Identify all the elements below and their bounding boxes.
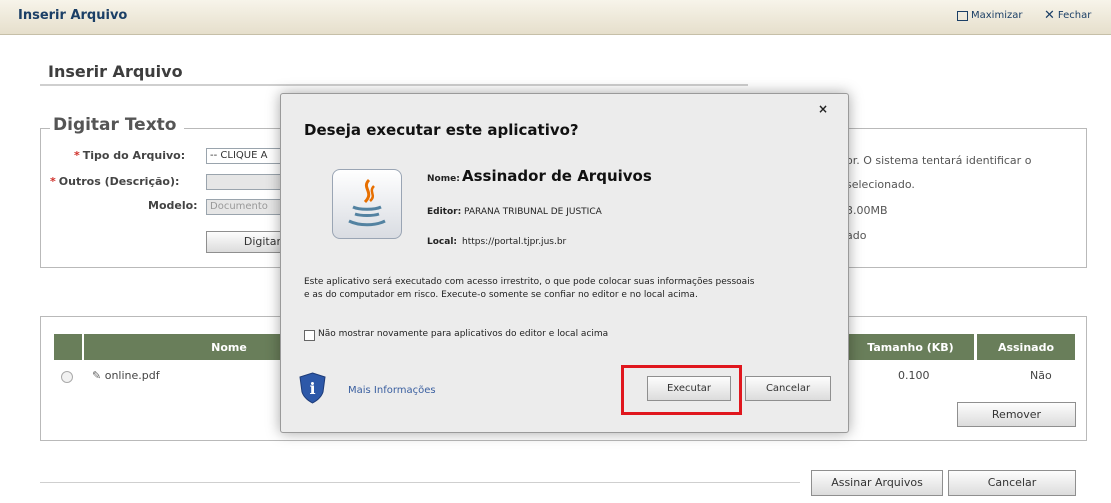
file-signed: Não xyxy=(1030,369,1052,382)
svg-text:i: i xyxy=(309,379,315,398)
page-title: Inserir Arquivo xyxy=(48,62,183,81)
highlight-box xyxy=(621,365,742,415)
modelo-label: Modelo: xyxy=(148,199,198,212)
outros-descricao-label: * Outros (Descrição): xyxy=(50,175,180,188)
file-name: online.pdf xyxy=(104,369,160,382)
assinar-arquivos-button[interactable]: Assinar Arquivos xyxy=(811,470,943,496)
table-header-tamanho: Tamanho (KB) xyxy=(847,334,974,360)
modelo-select[interactable]: Documento xyxy=(206,199,286,215)
warning-line-1: Este aplicativo será executado com acess… xyxy=(304,277,755,287)
hint-text-4: ado xyxy=(846,229,867,242)
section-legend: Digitar Texto xyxy=(50,115,185,135)
hint-text-2: selecionado. xyxy=(846,178,915,191)
divider xyxy=(40,84,748,86)
table-header-assinado: Assinado xyxy=(977,334,1075,360)
dialog-title: Deseja executar este aplicativo? xyxy=(304,121,579,139)
close-label: Fechar xyxy=(1057,10,1092,21)
row-radio[interactable] xyxy=(61,371,73,383)
dialog-cancelar-button[interactable]: Cancelar xyxy=(745,376,831,401)
editor-label: Editor: xyxy=(427,207,462,217)
table-row[interactable]: ✎ online.pdf xyxy=(92,369,160,382)
cancelar-button[interactable]: Cancelar xyxy=(948,470,1076,496)
window-titlebar: Inserir Arquivo Maximizar ✕ Fechar xyxy=(0,0,1111,35)
checkbox-label: Não mostrar novamente para aplicativos d… xyxy=(318,329,609,339)
attachment-icon: ✎ xyxy=(92,369,102,382)
window-title: Inserir Arquivo xyxy=(18,8,128,23)
app-name: Assinador de Arquivos xyxy=(462,167,652,185)
hint-text-1: or. O sistema tentará identificar o xyxy=(846,154,1032,167)
java-icon xyxy=(332,169,402,239)
footer-divider xyxy=(40,482,800,483)
table-header-select xyxy=(54,334,82,360)
outros-descricao-field[interactable] xyxy=(206,174,286,190)
local-value: https://portal.tjpr.jus.br xyxy=(462,237,567,247)
name-label: Nome: xyxy=(427,174,460,184)
close-icon: ✕ xyxy=(1044,7,1055,23)
file-size: 0.100 xyxy=(898,369,930,382)
maximize-icon xyxy=(957,10,968,21)
dont-show-checkbox[interactable] xyxy=(304,330,315,341)
remover-button[interactable]: Remover xyxy=(957,402,1076,427)
maximize-label: Maximizar xyxy=(971,10,1023,21)
editor-value: PARANA TRIBUNAL DE JUSTICA xyxy=(464,207,602,217)
hint-text-3: 3.00MB xyxy=(846,204,888,217)
local-label: Local: xyxy=(427,237,458,247)
tipo-arquivo-label: * Tipo do Arquivo: xyxy=(74,149,186,162)
tipo-arquivo-select[interactable]: -- CLIQUE A xyxy=(206,148,286,164)
warning-line-2: e as do computador em risco. Execute-o s… xyxy=(304,290,698,300)
more-info-link[interactable]: Mais Informações xyxy=(348,385,436,396)
info-shield-icon: i xyxy=(299,372,326,404)
maximize-button[interactable]: Maximizar xyxy=(957,10,1022,21)
dialog-close-icon[interactable]: × xyxy=(818,102,828,116)
digitar-button[interactable]: Digitar xyxy=(206,231,288,253)
close-window-button[interactable]: ✕ Fechar xyxy=(1044,7,1092,23)
